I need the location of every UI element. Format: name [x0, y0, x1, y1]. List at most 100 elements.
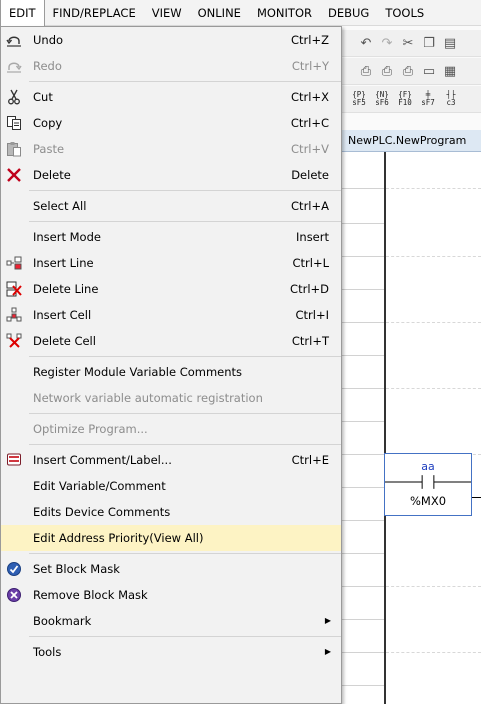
menu-find-replace[interactable]: FIND/REPLACE	[45, 0, 144, 26]
grid-line	[386, 322, 481, 323]
window-icon[interactable]: ▭	[420, 62, 438, 80]
menu-item-label: Edit Address Priority(View All)	[33, 531, 204, 545]
left-power-rail	[384, 152, 386, 704]
row-divider	[340, 520, 384, 521]
menu-item-set-block-mask[interactable]: Set Block Mask	[1, 556, 341, 582]
menu-item-tools[interactable]: Tools ▶	[1, 639, 341, 665]
menu-item-cut[interactable]: Cut Ctrl+X	[1, 84, 341, 110]
redo-icon	[6, 58, 22, 74]
menu-item-delete-line[interactable]: Delete Line Ctrl+D	[1, 276, 341, 302]
set-block-mask-icon	[6, 561, 22, 577]
row-divider	[340, 289, 384, 290]
paste-icon[interactable]: ▤	[441, 34, 459, 52]
menu-item-insert-comment-label[interactable]: Insert Comment/Label... Ctrl+E	[1, 447, 341, 473]
cut-icon[interactable]: ✂	[399, 34, 417, 52]
fk-key: F10	[398, 98, 412, 107]
menu-item-edit-variable-comment[interactable]: Edit Variable/Comment	[1, 473, 341, 499]
copy-icon	[6, 115, 22, 131]
fk-key: sF6	[375, 98, 389, 107]
menu-item-label: Edits Device Comments	[33, 505, 171, 519]
delete-cell-icon	[6, 333, 22, 349]
menu-item-edit-address-priority-view-all[interactable]: Edit Address Priority(View All)	[1, 525, 341, 551]
menu-online[interactable]: ONLINE	[190, 0, 249, 26]
paste-icon	[6, 141, 22, 157]
menu-separator	[29, 444, 341, 445]
menu-item-label: Edit Variable/Comment	[33, 479, 166, 493]
menu-item-undo[interactable]: Undo Ctrl+Z	[1, 27, 341, 53]
contact-symbol-icon	[385, 475, 471, 489]
function-key-3[interactable]: {F} F10	[395, 91, 415, 107]
row-divider	[340, 487, 384, 488]
menu-item-label: Register Module Variable Comments	[33, 365, 243, 379]
menu-item-insert-cell[interactable]: Insert Cell Ctrl+I	[1, 302, 341, 328]
row-divider	[340, 322, 384, 323]
menu-item-shortcut: Ctrl+Z	[291, 33, 329, 47]
menu-item-label: Delete Line	[33, 282, 99, 296]
program-tab[interactable]: NewPLC.NewProgram	[340, 130, 481, 152]
menu-item-shortcut: Ctrl+X	[291, 90, 329, 104]
menu-edit[interactable]: EDIT	[0, 0, 45, 26]
ladder-contact[interactable]: aa %MX0	[384, 453, 472, 516]
menu-monitor[interactable]: MONITOR	[249, 0, 320, 26]
menu-item-insert-mode[interactable]: Insert Mode Insert	[1, 224, 341, 250]
grid-icon[interactable]: ▦	[441, 62, 459, 80]
remove-block-mask-icon	[6, 587, 22, 603]
toolbar-row-2: ⎙ ⎙ ⎙ ▭ ▦	[340, 58, 481, 85]
menu-item-shortcut: Ctrl+D	[290, 282, 329, 296]
menu-item-insert-line[interactable]: Insert Line Ctrl+L	[1, 250, 341, 276]
menu-item-label: Redo	[33, 59, 62, 73]
menu-item-remove-block-mask[interactable]: Remove Block Mask	[1, 582, 341, 608]
menu-item-delete-cell[interactable]: Delete Cell Ctrl+T	[1, 328, 341, 354]
undo-icon[interactable]: ↶	[357, 34, 375, 52]
copy-icon[interactable]: ❐	[420, 34, 438, 52]
print-preview-icon[interactable]: ⎙	[378, 62, 396, 80]
function-key-4[interactable]: ╪ sF7	[418, 91, 438, 107]
menu-separator	[29, 81, 341, 82]
insert-cell-icon	[6, 307, 22, 323]
menu-item-select-all[interactable]: Select All Ctrl+A	[1, 193, 341, 219]
function-key-2[interactable]: {N} sF6	[372, 91, 392, 107]
printer-setup-icon[interactable]: ⎙	[399, 62, 417, 80]
edit-menu-dropdown: Undo Ctrl+Z Redo Ctrl+Y Cut Ctrl+X Copy Ctrl+C P…	[0, 26, 342, 704]
delete-line-icon	[6, 281, 22, 297]
menu-item-shortcut: Insert	[296, 230, 329, 244]
toolbar-row-1: ↶ ↷ ✂ ❐ ▤	[340, 30, 481, 57]
function-key-1[interactable]: {P} sF5	[349, 91, 369, 107]
menu-separator	[29, 413, 341, 414]
menu-debug[interactable]: DEBUG	[320, 0, 377, 26]
menu-item-label: Paste	[33, 142, 65, 156]
menu-item-edits-device-comments[interactable]: Edits Device Comments	[1, 499, 341, 525]
menu-item-redo: Redo Ctrl+Y	[1, 53, 341, 79]
menu-item-label: Undo	[33, 33, 64, 47]
menu-item-bookmark[interactable]: Bookmark ▶	[1, 608, 341, 634]
menu-item-shortcut: Ctrl+I	[295, 308, 330, 322]
ladder-editor[interactable]	[340, 152, 481, 704]
menu-item-optimize-program: Optimize Program...	[1, 416, 341, 442]
row-divider	[340, 619, 384, 620]
redo-icon[interactable]: ↷	[378, 34, 396, 52]
menu-item-label: Insert Cell	[33, 308, 92, 322]
menu-item-shortcut: Ctrl+T	[291, 334, 329, 348]
menu-item-label: Tools	[33, 645, 62, 659]
grid-line	[386, 388, 481, 389]
toolbar-row-3: {P} sF5 {N} sF6 {F} F10 ╪ sF7 ┤├ c3	[340, 86, 481, 113]
menu-bar: EDIT FIND/REPLACE VIEW ONLINE MONITOR DE…	[0, 0, 481, 26]
menu-item-copy[interactable]: Copy Ctrl+C	[1, 110, 341, 136]
menu-item-shortcut: Ctrl+Y	[291, 59, 329, 73]
fk-key: sF5	[352, 98, 366, 107]
menu-item-shortcut: Ctrl+A	[291, 199, 329, 213]
insert-line-icon	[6, 255, 22, 271]
menu-separator	[29, 553, 341, 554]
print-icon[interactable]: ⎙	[357, 62, 375, 80]
fk-key: sF7	[421, 98, 435, 107]
menu-item-label: Remove Block Mask	[33, 588, 148, 602]
menu-view[interactable]: VIEW	[144, 0, 190, 26]
menu-item-label: Insert Line	[33, 256, 94, 270]
menu-separator	[29, 636, 341, 637]
menu-item-delete[interactable]: Delete Delete	[1, 162, 341, 188]
function-key-5[interactable]: ┤├ c3	[441, 91, 461, 107]
menu-item-register-module-variable-comments[interactable]: Register Module Variable Comments	[1, 359, 341, 385]
menu-item-label: Delete	[33, 168, 71, 182]
menu-tools[interactable]: TOOLS	[377, 0, 432, 26]
menu-item-paste: Paste Ctrl+V	[1, 136, 341, 162]
